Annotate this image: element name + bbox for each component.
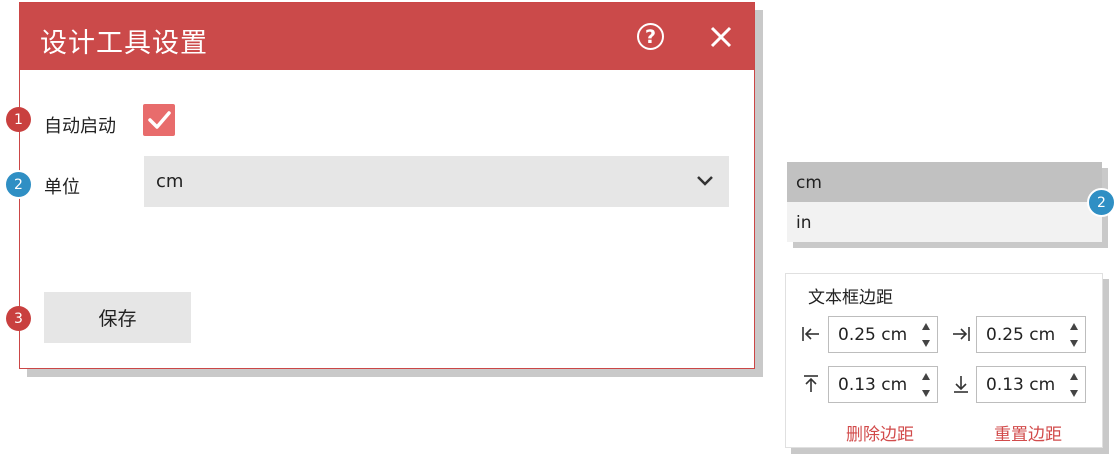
unit-label: 单位: [44, 177, 80, 198]
chevron-down-icon: [697, 176, 713, 186]
dialog-titlebar: 设计工具设置 ?: [20, 3, 754, 70]
unit-select[interactable]: cm: [144, 156, 729, 207]
margin-right-value: 0.25 cm: [986, 325, 1056, 345]
margin-top-value: 0.13 cm: [838, 375, 908, 395]
step-badge-3: 3: [6, 306, 31, 331]
margins-title: 文本框边距: [808, 288, 893, 308]
margin-top-icon: [804, 375, 818, 392]
help-icon: ?: [644, 25, 657, 48]
settings-dialog: 设计工具设置 ? 自动启动 单位 cm 保存: [19, 2, 755, 369]
margin-left-icon: [802, 327, 819, 341]
autostart-label: 自动启动: [44, 116, 116, 137]
dropdown-option-label: cm: [796, 173, 822, 193]
spin-down-icon[interactable]: [1069, 388, 1079, 398]
margin-left-spinner[interactable]: 0.25 cm: [828, 316, 938, 353]
spin-up-icon[interactable]: [921, 322, 931, 332]
save-button-label: 保存: [98, 308, 137, 330]
spin-down-icon[interactable]: [1069, 338, 1079, 348]
dropdown-option-cm[interactable]: cm: [787, 162, 1102, 202]
unit-select-value: cm: [156, 171, 184, 192]
margin-top-spinner[interactable]: 0.13 cm: [828, 366, 938, 403]
delete-margins-link[interactable]: 删除边距: [846, 420, 914, 445]
step-badge-1: 1: [6, 107, 31, 132]
spin-up-icon[interactable]: [1069, 322, 1079, 332]
unit-dropdown-list: cm in: [787, 162, 1102, 242]
dropdown-option-in[interactable]: in: [787, 202, 1102, 242]
spin-up-icon[interactable]: [921, 372, 931, 382]
dialog-title: 设计工具设置: [40, 28, 208, 59]
spin-up-icon[interactable]: [1069, 372, 1079, 382]
dropdown-option-label: in: [796, 213, 812, 233]
margin-bottom-spinner[interactable]: 0.13 cm: [976, 366, 1086, 403]
help-button[interactable]: ?: [637, 23, 664, 50]
margin-right-spinner[interactable]: 0.25 cm: [976, 316, 1086, 353]
close-icon: [710, 26, 732, 48]
margin-left-value: 0.25 cm: [838, 325, 908, 345]
margin-bottom-value: 0.13 cm: [986, 375, 1056, 395]
save-button[interactable]: 保存: [44, 292, 191, 343]
spin-down-icon[interactable]: [921, 338, 931, 348]
reset-margins-link[interactable]: 重置边距: [994, 420, 1062, 445]
margin-right-icon: [953, 327, 970, 341]
step-badge-2-dropdown: 2: [1087, 188, 1116, 217]
autostart-checkbox[interactable]: [143, 104, 175, 136]
step-badge-2: 2: [4, 170, 33, 199]
close-button[interactable]: [709, 25, 733, 49]
spin-down-icon[interactable]: [921, 388, 931, 398]
textbox-margins-panel: 文本框边距 0.25 cm 0.25 cm 0.13 cm 0.13 cm 删除…: [785, 273, 1103, 448]
checkmark-icon: [148, 111, 171, 129]
margin-bottom-icon: [954, 376, 968, 393]
